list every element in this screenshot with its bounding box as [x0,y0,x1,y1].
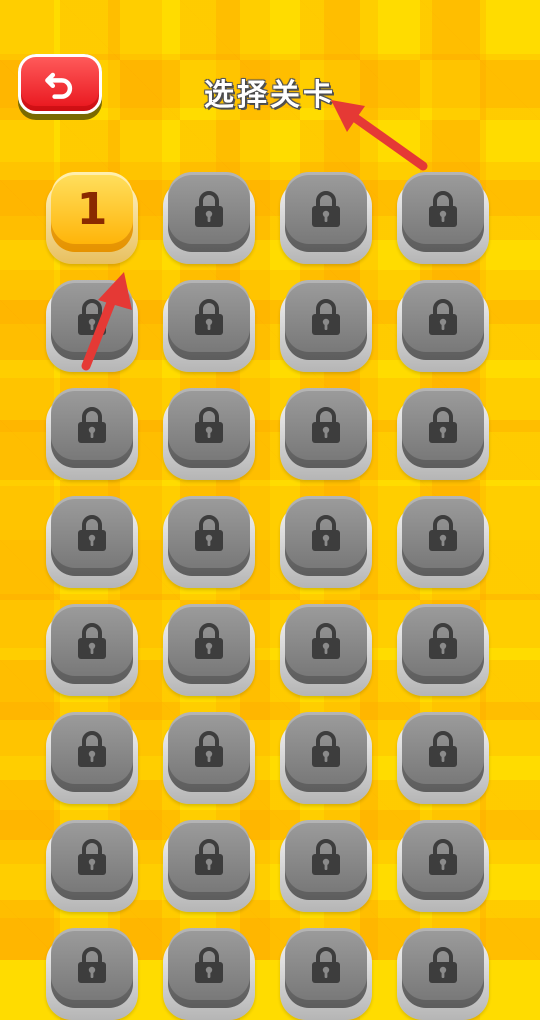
level-button-face [285,496,367,576]
level-button-face [168,712,250,792]
level-button-locked[interactable] [280,496,372,588]
lock-icon [426,299,460,336]
level-button-face [168,604,250,684]
level-button-locked[interactable] [46,928,138,1020]
level-button-locked[interactable] [397,496,489,588]
lock-icon [75,623,109,660]
level-button-face [51,280,133,360]
level-button-locked[interactable] [280,604,372,696]
lock-icon [309,515,343,552]
level-button-locked[interactable] [163,496,255,588]
level-button-locked[interactable] [397,172,489,264]
lock-icon [75,407,109,444]
level-button-face [285,604,367,684]
level-button-face [285,172,367,252]
level-button-locked[interactable] [163,172,255,264]
level-button-locked[interactable] [280,712,372,804]
level-button-face [168,280,250,360]
level-button-locked[interactable] [280,388,372,480]
lock-icon [192,947,226,984]
level-button-locked[interactable] [46,280,138,372]
level-button-locked[interactable] [397,712,489,804]
lock-icon [192,515,226,552]
level-button-face [402,172,484,252]
level-button-face [168,820,250,900]
lock-icon [75,839,109,876]
level-button-face [51,820,133,900]
level-button-locked[interactable] [280,928,372,1020]
lock-icon [75,947,109,984]
level-button-locked[interactable] [163,820,255,912]
lock-icon [309,947,343,984]
level-number: 1 [76,183,108,235]
lock-icon [426,191,460,228]
level-button-face [168,388,250,468]
level-button-face [402,388,484,468]
level-button-face [285,280,367,360]
lock-icon [192,839,226,876]
lock-icon [426,515,460,552]
level-button-locked[interactable] [46,820,138,912]
level-button-locked[interactable] [397,388,489,480]
level-button-face [168,496,250,576]
lock-icon [192,407,226,444]
level-button-face [285,820,367,900]
level-button-locked[interactable] [46,496,138,588]
level-button-locked[interactable] [163,928,255,1020]
level-button-face [285,712,367,792]
lock-icon [309,731,343,768]
level-button-locked[interactable] [46,388,138,480]
level-button-locked[interactable] [46,604,138,696]
level-button-face [402,604,484,684]
level-button-face [402,712,484,792]
level-button-face [402,928,484,1008]
lock-icon [426,839,460,876]
level-button-locked[interactable] [280,280,372,372]
level-button-face [51,604,133,684]
level-button-face [51,496,133,576]
level-button-locked[interactable] [163,280,255,372]
lock-icon [75,515,109,552]
level-button-locked[interactable] [280,820,372,912]
level-button-face [402,496,484,576]
lock-icon [309,407,343,444]
level-button-face [168,172,250,252]
level-button-locked[interactable] [397,928,489,1020]
level-button-unlocked[interactable]: 1 [46,172,138,264]
level-button-locked[interactable] [163,712,255,804]
level-button-face: 1 [51,172,133,252]
level-button-locked[interactable] [397,280,489,372]
lock-icon [309,191,343,228]
level-grid: 1 [46,172,492,1020]
level-button-locked[interactable] [46,712,138,804]
level-button-face [285,388,367,468]
level-button-locked[interactable] [397,820,489,912]
level-button-face [402,280,484,360]
lock-icon [426,623,460,660]
lock-icon [75,731,109,768]
level-button-face [51,712,133,792]
lock-icon [309,623,343,660]
lock-icon [426,407,460,444]
lock-icon [309,839,343,876]
lock-icon [192,191,226,228]
level-button-face [285,928,367,1008]
level-button-locked[interactable] [280,172,372,264]
lock-icon [426,731,460,768]
lock-icon [426,947,460,984]
level-button-locked[interactable] [397,604,489,696]
lock-icon [309,299,343,336]
level-button-face [168,928,250,1008]
lock-icon [192,731,226,768]
lock-icon [75,299,109,336]
level-button-locked[interactable] [163,388,255,480]
level-button-locked[interactable] [163,604,255,696]
lock-icon [192,299,226,336]
lock-icon [192,623,226,660]
page-title: 选择关卡 [204,78,336,113]
level-button-face [402,820,484,900]
level-button-face [51,388,133,468]
level-button-face [51,928,133,1008]
